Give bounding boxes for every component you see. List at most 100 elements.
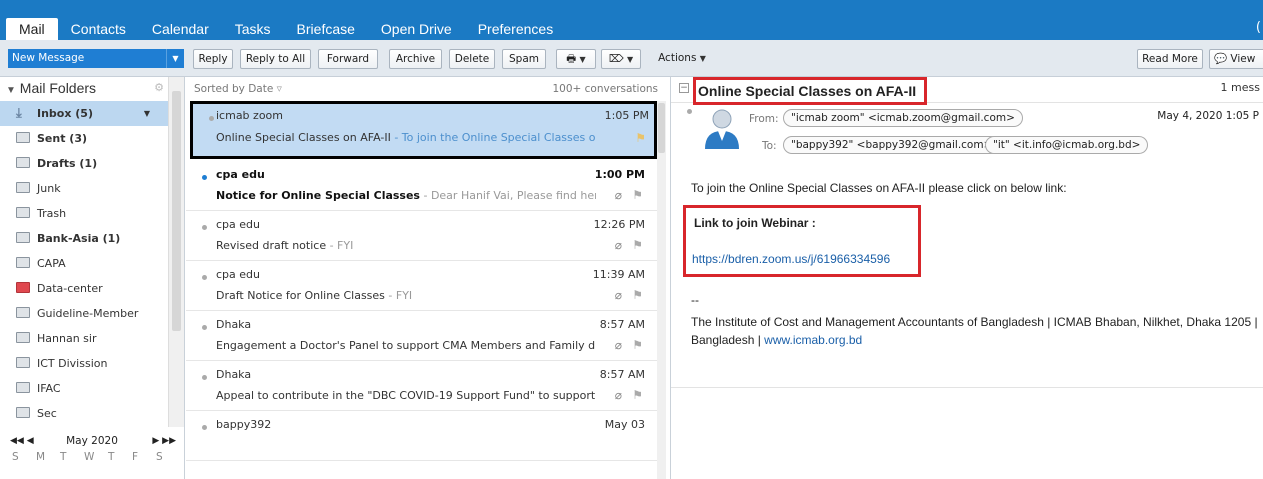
view-button[interactable]: 💬 View xyxy=(1209,49,1263,69)
calendar-weekday: F xyxy=(132,451,139,463)
tab-preferences[interactable]: Preferences xyxy=(465,18,566,40)
flag-icon[interactable]: ⚑ xyxy=(635,131,646,145)
conversation-count: 100+ conversations xyxy=(552,83,658,95)
message-row[interactable]: bappy392 May 03 xyxy=(186,411,657,461)
folder-scrollbar[interactable] xyxy=(168,77,184,427)
sort-label[interactable]: Sorted by Date xyxy=(194,83,273,95)
from-address-chip[interactable]: "icmab zoom" <icmab.zoom@gmail.com> xyxy=(783,109,1023,127)
collapse-triangle-icon[interactable]: ▼ xyxy=(6,85,16,96)
message-sender: Dhaka xyxy=(216,318,252,331)
tag-button[interactable]: ⌦ ▼ xyxy=(601,49,641,69)
folder-icon xyxy=(16,282,30,293)
sidebar-item-junk[interactable]: Junk xyxy=(0,176,168,201)
unread-dot xyxy=(202,425,207,430)
message-row[interactable]: Dhaka 8:57 AM Appeal to contribute in the … xyxy=(186,361,657,411)
tab-contacts[interactable]: Contacts xyxy=(58,18,139,40)
folder-label: CAPA xyxy=(37,257,66,270)
reply-all-button[interactable]: Reply to All xyxy=(240,49,311,69)
tab-tasks[interactable]: Tasks xyxy=(222,18,284,40)
calendar-next-icon[interactable]: ▶ ▶▶ xyxy=(152,431,176,451)
message-subject-line: Draft Notice for Online Classes - FYI xyxy=(216,289,596,302)
new-message-label: New Message xyxy=(12,52,85,64)
reply-button[interactable]: Reply xyxy=(193,49,233,69)
sidebar-item-hannan-sir[interactable]: Hannan sir xyxy=(0,326,168,351)
sidebar-item-capa[interactable]: CAPA xyxy=(0,251,168,276)
signature-link[interactable]: www.icmab.org.bd xyxy=(764,333,862,347)
read-more-button[interactable]: Read More xyxy=(1137,49,1203,69)
flag-icon[interactable]: ⚑ xyxy=(632,188,643,202)
chevron-down-icon: ▼ xyxy=(579,55,586,64)
read-status-dot xyxy=(687,109,692,114)
tab-mail[interactable]: Mail xyxy=(6,18,58,40)
sort-icon[interactable]: ▿ xyxy=(277,83,282,95)
message-row[interactable]: Dhaka 8:57 AM Engagement a Doctor's Panel … xyxy=(186,311,657,361)
sidebar-item-trash[interactable]: Trash xyxy=(0,201,168,226)
message-body: To join the Online Special Classes on AF… xyxy=(691,181,1067,195)
chevron-down-icon[interactable]: ▼ xyxy=(144,101,150,126)
message-subject-line: Notice for Online Special Classes - Dear… xyxy=(216,189,596,202)
folder-icon xyxy=(16,307,30,318)
tab-calendar[interactable]: Calendar xyxy=(139,18,222,40)
folder-label: Data-center xyxy=(37,282,103,295)
new-message-dropdown-icon[interactable]: ▼ xyxy=(166,49,184,68)
flag-icon[interactable]: ⚑ xyxy=(632,388,643,402)
header-overflow-icon[interactable]: ( xyxy=(1256,20,1261,35)
print-button[interactable]: 🖶 ▼ xyxy=(556,49,596,69)
message-sender: icmab zoom xyxy=(216,109,283,122)
spam-button[interactable]: Spam xyxy=(502,49,546,69)
folder-label: Guideline-Member xyxy=(37,307,139,320)
new-message-button[interactable]: New Message ▼ xyxy=(8,49,184,68)
collapse-icon[interactable]: − xyxy=(679,83,689,93)
folder-icon xyxy=(16,382,30,393)
message-time: 8:57 AM xyxy=(599,368,645,381)
message-row[interactable]: cpa edu 11:39 AM Draft Notice for Online C… xyxy=(186,261,657,311)
sidebar-item-ict-divission[interactable]: ICT Divission xyxy=(0,351,168,376)
message-row[interactable]: cpa edu 1:00 PM Notice for Online Special … xyxy=(186,161,657,211)
message-subject-line: Engagement a Doctor's Panel to support C… xyxy=(216,339,596,352)
actions-menu[interactable]: Actions ▼ xyxy=(648,49,716,69)
archive-button[interactable]: Archive xyxy=(389,49,442,69)
chevron-down-icon: ▼ xyxy=(627,55,634,64)
scrollbar-thumb[interactable] xyxy=(172,91,181,331)
to-address-chip[interactable]: "bappy392" <bappy392@gmail.com> xyxy=(783,136,1001,154)
folder-label: IFAC xyxy=(37,382,61,395)
link-heading: Link to join Webinar : xyxy=(694,216,816,230)
message-row[interactable]: icmab zoom 1:05 PM Online Special Classes … xyxy=(190,101,657,159)
avatar xyxy=(705,109,739,149)
to-address-chip[interactable]: "it" <it.info@icmab.org.bd> xyxy=(985,136,1149,154)
sidebar-item-ifac[interactable]: IFAC xyxy=(0,376,168,401)
flag-icon[interactable]: ⚑ xyxy=(632,288,643,302)
message-time: 12:26 PM xyxy=(593,218,645,231)
calendar-prev-icon[interactable]: ◀◀ ◀ xyxy=(10,431,34,451)
sidebar-item-inbox-5[interactable]: ⤓ Inbox (5) ▼ xyxy=(0,101,168,126)
message-sender: Dhaka xyxy=(216,368,252,381)
sidebar-item-drafts-1[interactable]: Drafts (1) xyxy=(0,151,168,176)
actions-label: Actions xyxy=(658,52,697,64)
tab-briefcase[interactable]: Briefcase xyxy=(284,18,368,40)
message-list-scrollbar[interactable] xyxy=(657,101,666,479)
sidebar-item-sec[interactable]: Sec xyxy=(0,401,168,426)
message-row[interactable]: cpa edu 12:26 PM Revised draft notice - FY… xyxy=(186,211,657,261)
gear-icon[interactable]: ⚙ xyxy=(154,77,164,99)
junk-folder-icon xyxy=(16,182,30,193)
delete-button[interactable]: Delete xyxy=(449,49,495,69)
forward-button[interactable]: Forward xyxy=(318,49,378,69)
sidebar-item-data-center[interactable]: Data-center xyxy=(0,276,168,301)
inbox-icon: ⤓ xyxy=(16,106,22,121)
mail-folders-header[interactable]: ▼ Mail Folders ⚙ xyxy=(0,77,168,99)
flag-icon[interactable]: ⚑ xyxy=(632,338,643,352)
message-subject: Notice for Online Special Classes xyxy=(216,189,420,202)
sidebar-item-bank-asia-1[interactable]: Bank-Asia (1) xyxy=(0,226,168,251)
sidebar-item-guideline-member[interactable]: Guideline-Member xyxy=(0,301,168,326)
message-subject: Revised draft notice xyxy=(216,239,327,252)
message-subject-line: Online Special Classes on AFA-II - To jo… xyxy=(216,131,596,144)
tab-open-drive[interactable]: Open Drive xyxy=(368,18,465,40)
unread-dot xyxy=(202,375,207,380)
calendar-month: May 2020 xyxy=(66,435,118,447)
scrollbar-thumb[interactable] xyxy=(658,103,665,153)
flag-icon[interactable]: ⚑ xyxy=(632,238,643,252)
sidebar-item-sent-3[interactable]: Sent (3) xyxy=(0,126,168,151)
webinar-link[interactable]: https://bdren.zoom.us/j/61966334596 xyxy=(692,252,890,266)
message-list: icmab zoom 1:05 PM Online Special Classes … xyxy=(186,101,657,461)
calendar-weekday: M xyxy=(36,451,46,463)
